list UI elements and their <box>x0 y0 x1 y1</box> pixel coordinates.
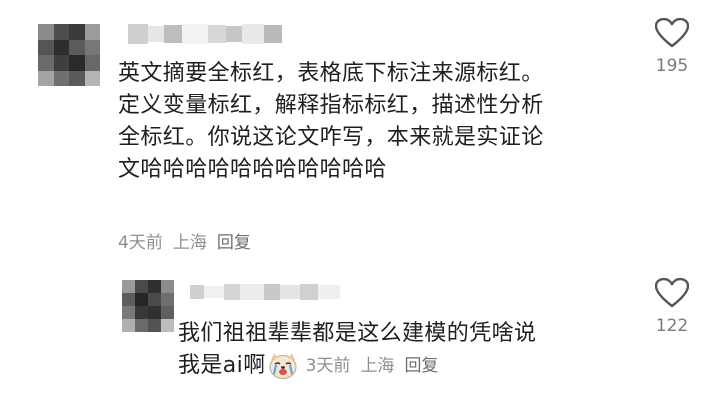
comment-line: 定义变量标红，解释指标标红，描述性分析 <box>118 93 544 118</box>
reply-line-text: 我是ai啊 <box>178 353 266 378</box>
reply-location: 上海 <box>360 356 395 376</box>
comment-item: 英文摘要全标红，表格底下标注来源标红。 定义变量标红，解释指标标红，描述性分析 … <box>0 0 720 270</box>
avatar[interactable] <box>122 280 174 332</box>
reply-meta: 3天前 上海 回复 <box>306 350 439 382</box>
like-button[interactable]: 122 <box>637 278 707 336</box>
comment-line: 全标红。你说这论文咋写，本来就是实证论 <box>118 125 544 150</box>
like-count: 195 <box>655 56 689 76</box>
reply-item: 我们祖祖辈辈都是这么建模的凭啥说 我是ai啊 3天前 上海 回复 122 <box>0 270 720 414</box>
comment-line: 英文摘要全标红，表格底下标注来源标红。 <box>118 61 544 86</box>
comment-time: 4天前 <box>118 233 163 253</box>
comment-meta: 4天前 上海 回复 <box>118 228 251 253</box>
avatar[interactable] <box>38 24 100 86</box>
reply-time: 3天前 <box>305 356 351 376</box>
username-blurred[interactable] <box>190 284 340 300</box>
comment-text: 英文摘要全标红，表格底下标注来源标红。 定义变量标红，解释指标标红，描述性分析 … <box>118 58 618 186</box>
like-count: 122 <box>655 316 689 336</box>
comment-line: 文哈哈哈哈哈哈哈哈哈哈哈 <box>118 157 387 182</box>
reply-button[interactable]: 回复 <box>217 228 251 253</box>
comment-location: 上海 <box>172 233 207 253</box>
reply-line: 我是ai啊 3天前 上海 回复 <box>178 350 628 382</box>
reply-button[interactable]: 回复 <box>404 350 438 382</box>
heart-outline-icon <box>655 278 689 308</box>
like-button[interactable]: 195 <box>637 18 707 76</box>
username-blurred[interactable] <box>128 24 282 44</box>
heart-outline-icon <box>655 18 689 48</box>
reply-line: 我们祖祖辈辈都是这么建模的凭啥说 <box>178 321 537 346</box>
crying-dog-emoji <box>268 352 298 380</box>
reply-text: 我们祖祖辈辈都是这么建模的凭啥说 我是ai啊 3天前 上海 回复 <box>178 318 628 382</box>
